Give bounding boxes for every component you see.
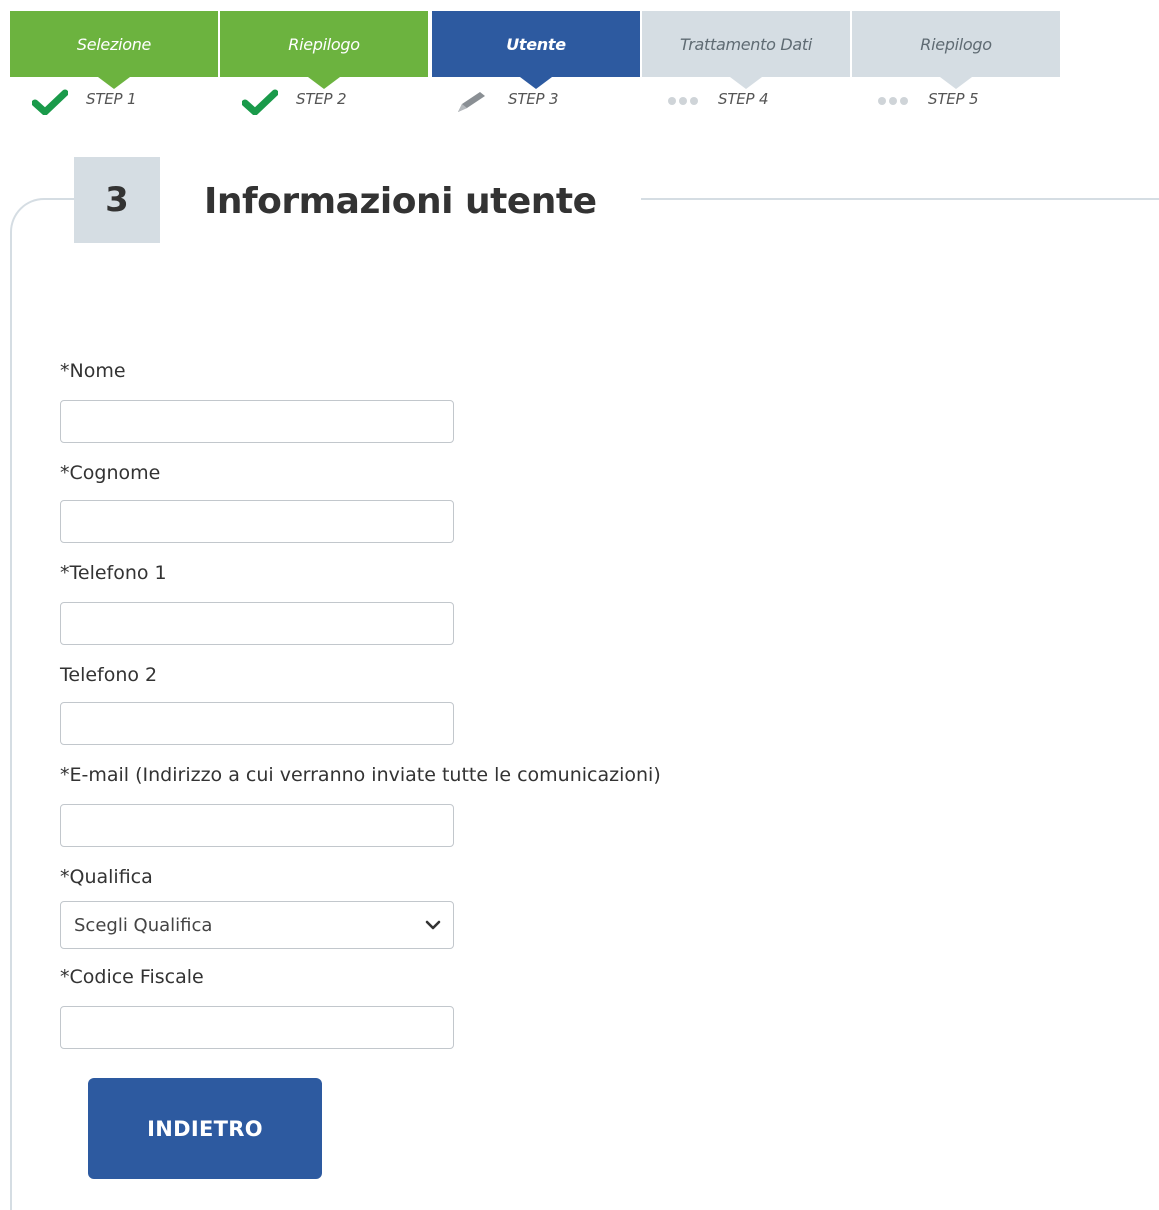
telefono2-label: Telefono 2 bbox=[60, 664, 158, 686]
check-icon bbox=[32, 89, 68, 115]
step-status: STEP 5 bbox=[874, 87, 1060, 117]
step-selezione[interactable]: Selezione STEP 1 bbox=[10, 11, 218, 121]
telefono1-input[interactable] bbox=[60, 602, 454, 645]
step-status: STEP 2 bbox=[242, 87, 428, 117]
progress-stepper: Selezione STEP 1 Riepilogo STEP 2 Utente… bbox=[10, 11, 1061, 121]
chevron-down-icon bbox=[425, 920, 441, 930]
nome-input[interactable] bbox=[60, 400, 454, 443]
step-trattamento-dati[interactable]: Trattamento Dati STEP 4 bbox=[642, 11, 850, 121]
codice-fiscale-label: *Codice Fiscale bbox=[60, 966, 204, 988]
dots-icon bbox=[668, 97, 698, 105]
step-status: STEP 4 bbox=[664, 87, 850, 117]
step-number: STEP 4 bbox=[718, 90, 769, 108]
telefono2-input[interactable] bbox=[60, 702, 454, 745]
step-label: Selezione bbox=[10, 11, 218, 77]
dots-icon bbox=[878, 97, 908, 105]
qualifica-selected-value: Scegli Qualifica bbox=[74, 915, 213, 936]
qualifica-label: *Qualifica bbox=[60, 866, 153, 888]
step-label: Riepilogo bbox=[852, 11, 1060, 77]
back-button[interactable]: INDIETRO bbox=[88, 1078, 322, 1179]
step-label: Utente bbox=[432, 11, 640, 77]
email-input[interactable] bbox=[60, 804, 454, 847]
codice-fiscale-input[interactable] bbox=[60, 1006, 454, 1049]
nome-label: *Nome bbox=[60, 360, 126, 382]
step-status: STEP 1 bbox=[32, 87, 218, 117]
step-riepilogo-finale[interactable]: Riepilogo STEP 5 bbox=[852, 11, 1060, 121]
step-number: STEP 1 bbox=[86, 90, 137, 108]
email-label: *E-mail (Indirizzo a cui verranno inviat… bbox=[60, 764, 661, 786]
cognome-label: *Cognome bbox=[60, 462, 161, 484]
step-utente[interactable]: Utente STEP 3 bbox=[432, 11, 640, 121]
step-status: STEP 3 bbox=[454, 87, 640, 117]
step-number: STEP 3 bbox=[508, 90, 559, 108]
qualifica-select[interactable]: Scegli Qualifica bbox=[60, 901, 454, 949]
section-number: 3 bbox=[74, 157, 160, 243]
step-label: Trattamento Dati bbox=[642, 11, 850, 77]
step-riepilogo[interactable]: Riepilogo STEP 2 bbox=[220, 11, 428, 121]
pencil-icon bbox=[458, 92, 485, 112]
telefono1-label: *Telefono 1 bbox=[60, 562, 167, 584]
step-number: STEP 5 bbox=[928, 90, 979, 108]
step-number: STEP 2 bbox=[296, 90, 347, 108]
step-label: Riepilogo bbox=[220, 11, 428, 77]
cognome-input[interactable] bbox=[60, 500, 454, 543]
check-icon bbox=[242, 89, 278, 115]
section-title: Informazioni utente bbox=[160, 170, 641, 232]
